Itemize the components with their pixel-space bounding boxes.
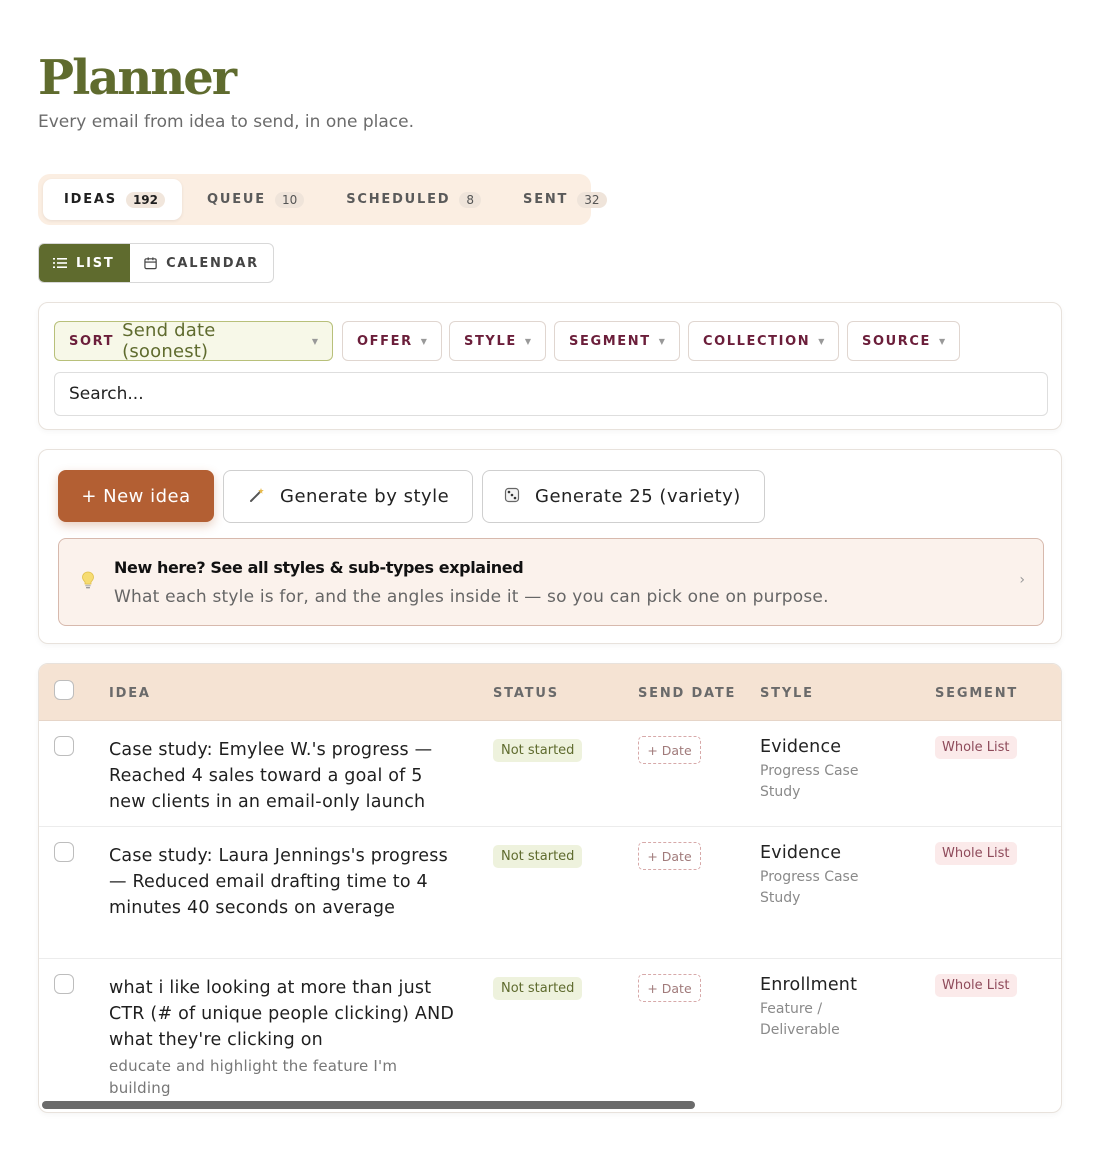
caret-down-icon: ▼ xyxy=(658,336,665,346)
row-checkbox[interactable] xyxy=(54,736,74,756)
column-header-status[interactable]: STATUS xyxy=(493,686,559,701)
generate-variety-button[interactable]: Generate 25 (variety) xyxy=(482,470,765,523)
add-date-button[interactable]: + Date xyxy=(638,736,701,764)
idea-text[interactable]: Case study: Emylee W.'s progress — Reach… xyxy=(109,737,459,815)
table-row[interactable]: Case study: Emylee W.'s progress — Reach… xyxy=(39,721,1061,827)
view-toggle: LIST CALENDAR xyxy=(38,243,274,283)
idea-text[interactable]: Case study: Laura Jennings's progress — … xyxy=(109,843,459,921)
styles-help-banner[interactable]: New here? See all styles & sub-types exp… xyxy=(58,538,1044,626)
table-header: IDEA STATUS SEND DATE STYLE SEGMENT xyxy=(39,664,1061,721)
idea-title: Case study: Laura Jennings's progress — … xyxy=(109,846,448,918)
table-row[interactable]: what i like looking at more than just CT… xyxy=(39,959,1061,1112)
horizontal-scrollbar[interactable] xyxy=(42,1101,695,1109)
idea-title: Case study: Emylee W.'s progress — Reach… xyxy=(109,740,433,812)
column-header-segment[interactable]: SEGMENT xyxy=(935,686,1018,701)
column-header-style[interactable]: STYLE xyxy=(760,686,814,701)
tab-label: IDEAS xyxy=(64,192,117,207)
list-icon xyxy=(53,258,67,268)
idea-note: educate and highlight the feature I'm bu… xyxy=(109,1057,398,1097)
column-header-send-date[interactable]: SEND DATE xyxy=(638,686,736,701)
caret-down-icon: ▼ xyxy=(311,336,318,346)
filters-card: SORT Send date (soonest) ▼ OFFER ▼ STYLE… xyxy=(38,302,1062,430)
status-badge: Not started xyxy=(493,845,583,868)
generate-by-style-label: Generate by style xyxy=(280,486,450,507)
chevron-right-icon: › xyxy=(1019,572,1025,588)
status-tabs: IDEAS 192 QUEUE 10 SCHEDULED 8 SENT 32 xyxy=(38,174,607,225)
caret-down-icon: ▼ xyxy=(818,336,825,346)
tab-label: QUEUE xyxy=(207,192,266,207)
tab-count-badge: 8 xyxy=(459,191,482,208)
dice-icon xyxy=(503,487,521,507)
list-view-label: LIST xyxy=(76,255,115,271)
list-view-button[interactable]: LIST xyxy=(39,244,130,282)
tab-count-badge: 32 xyxy=(577,191,607,208)
lightbulb-icon xyxy=(81,571,95,593)
filter-label: SOURCE xyxy=(862,333,932,349)
actions-card: + New idea Generate by style Generate 25… xyxy=(38,449,1062,644)
tab-label: SENT xyxy=(523,192,569,207)
row-checkbox[interactable] xyxy=(54,974,74,994)
select-all-checkbox[interactable] xyxy=(54,680,74,700)
tab-count-badge: 192 xyxy=(125,191,165,208)
style-sub-type: Progress Case Study xyxy=(760,869,859,906)
generate-variety-label: Generate 25 (variety) xyxy=(535,486,741,507)
idea-title: what i like looking at more than just CT… xyxy=(109,978,455,1050)
style-name: Evidence xyxy=(760,737,842,757)
style-filter[interactable]: STYLE ▼ xyxy=(449,321,546,361)
filter-label: STYLE xyxy=(464,333,517,349)
calendar-icon xyxy=(144,257,157,270)
ideas-table: IDEA STATUS SEND DATE STYLE SEGMENT Case… xyxy=(38,663,1062,1113)
status-badge: Not started xyxy=(493,739,583,762)
help-banner-description: What each style is for, and the angles i… xyxy=(114,587,829,607)
segment-badge: Whole List xyxy=(935,974,1017,997)
magic-wand-icon xyxy=(248,487,266,507)
style-name: Enrollment xyxy=(760,975,858,995)
caret-down-icon: ▼ xyxy=(524,336,531,346)
collection-filter[interactable]: COLLECTION ▼ xyxy=(688,321,840,361)
sort-label: SORT xyxy=(69,333,115,349)
tab-queue[interactable]: QUEUE 10 xyxy=(186,179,321,220)
style-sub-type: Feature / Deliverable xyxy=(760,1001,840,1038)
filter-label: SEGMENT xyxy=(569,333,651,349)
page-title: Planner xyxy=(38,50,237,106)
add-date-button[interactable]: + Date xyxy=(638,842,701,870)
segment-badge: Whole List xyxy=(935,842,1017,865)
tab-scheduled[interactable]: SCHEDULED 8 xyxy=(325,179,498,220)
caret-down-icon: ▼ xyxy=(420,336,427,346)
caret-down-icon: ▼ xyxy=(939,336,946,346)
column-header-idea[interactable]: IDEA xyxy=(109,686,151,701)
style-name: Evidence xyxy=(760,843,842,863)
idea-text[interactable]: what i like looking at more than just CT… xyxy=(109,975,459,1099)
add-date-button[interactable]: + Date xyxy=(638,974,701,1002)
style-sub-type: Progress Case Study xyxy=(760,763,859,800)
segment-badge: Whole List xyxy=(935,736,1017,759)
filter-label: COLLECTION xyxy=(703,333,811,349)
sort-dropdown[interactable]: SORT Send date (soonest) ▼ xyxy=(54,320,333,362)
sort-value: Send date (soonest) xyxy=(122,320,216,362)
tab-sent[interactable]: SENT 32 xyxy=(502,179,623,220)
tab-label: SCHEDULED xyxy=(346,192,451,207)
search-input[interactable] xyxy=(54,372,1048,416)
status-badge: Not started xyxy=(493,977,583,1000)
source-filter[interactable]: SOURCE ▼ xyxy=(847,321,961,361)
filter-label: OFFER xyxy=(357,333,413,349)
calendar-view-button[interactable]: CALENDAR xyxy=(130,244,273,282)
tab-count-badge: 10 xyxy=(274,191,305,208)
help-banner-title: New here? See all styles & sub-types exp… xyxy=(114,558,524,577)
row-checkbox[interactable] xyxy=(54,842,74,862)
generate-by-style-button[interactable]: Generate by style xyxy=(223,470,473,523)
new-idea-button[interactable]: + New idea xyxy=(58,470,214,522)
segment-filter[interactable]: SEGMENT ▼ xyxy=(554,321,680,361)
calendar-view-label: CALENDAR xyxy=(166,255,259,271)
page-subtitle: Every email from idea to send, in one pl… xyxy=(38,112,415,132)
table-row[interactable]: Case study: Laura Jennings's progress — … xyxy=(39,827,1061,959)
offer-filter[interactable]: OFFER ▼ xyxy=(342,321,442,361)
tab-ideas[interactable]: IDEAS 192 xyxy=(43,179,182,220)
